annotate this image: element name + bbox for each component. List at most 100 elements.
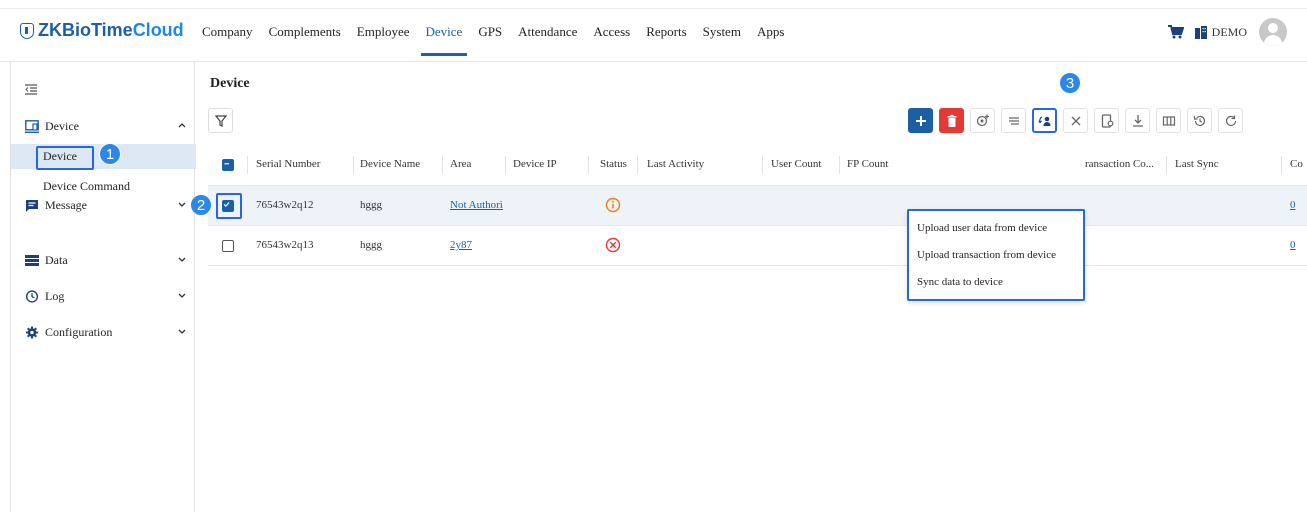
nav-complements[interactable]: Complements [269,24,341,40]
column-header-co[interactable]: Co [1290,158,1303,170]
cell-device-name: hggg [360,199,382,211]
menu-item-sync-data-to-device[interactable]: Sync data to device [917,276,1003,288]
cell-serial-number: 76543w2q13 [256,239,314,251]
history-icon [1193,115,1205,126]
highlight-box-row-checkbox [216,193,242,219]
menu-item-upload-transaction[interactable]: Upload transaction from device [917,249,1056,261]
sidebar-group-label: Log [45,288,65,303]
nav-attendance[interactable]: Attendance [518,24,577,40]
column-header-area[interactable]: Area [450,158,471,170]
nav-employee[interactable]: Employee [357,24,410,40]
sidebar-group-configuration[interactable]: Configuration [11,320,196,344]
chevron-down-icon [178,202,186,207]
sidebar-group-log[interactable]: Log [11,284,196,308]
table-header: Serial Number Device Name Area Device IP… [208,144,1307,186]
building-icon [1194,26,1207,39]
shield-icon [20,22,34,39]
data-sync-menu-button[interactable] [1032,108,1057,133]
device-gear-icon [1101,113,1113,128]
delete-button[interactable] [939,108,964,133]
chevron-down-icon [178,257,186,262]
column-header-device-name[interactable]: Device Name [360,158,420,170]
sidebar-group-data[interactable]: Data [11,248,196,272]
sidebar-group-label: Configuration [45,324,113,339]
column-header-fp-count[interactable]: FP Count [847,158,888,170]
step-badge-1: 1 [99,143,121,165]
device-settings-button[interactable] [1094,108,1119,133]
user-avatar[interactable] [1259,18,1287,46]
warning-status-icon [605,197,621,213]
list-button[interactable] [1001,108,1026,133]
highlight-box-device-item [36,146,94,170]
column-header-last-sync[interactable]: Last Sync [1175,158,1219,170]
columns-icon [1162,115,1175,126]
download-button[interactable] [1125,108,1150,133]
sidebar-group-message[interactable]: Message [11,193,196,217]
columns-button[interactable] [1156,108,1181,133]
column-separator [839,156,840,174]
column-header-transaction-count[interactable]: ransaction Co... [1085,158,1154,170]
refresh-button[interactable] [1218,108,1243,133]
nav-system[interactable]: System [703,24,741,40]
cell-area-link[interactable]: 2y87 [450,239,472,251]
page-title: Device [210,76,250,91]
close-icon [1071,116,1080,125]
column-header-status[interactable]: Status [600,158,627,170]
gear-icon [25,325,39,339]
clock-icon [25,289,39,303]
sidebar-group-label: Message [45,197,87,212]
toolbar [908,108,1243,133]
logo-text-secondary: Cloud [132,20,184,40]
column-separator [353,156,354,174]
row-checkbox[interactable] [222,240,234,252]
step-badge-2: 2 [190,194,212,216]
nav-device[interactable]: Device [420,24,468,56]
column-header-device-ip[interactable]: Device IP [513,158,557,170]
disable-button[interactable] [1063,108,1088,133]
nav-access[interactable]: Access [593,24,630,40]
data-sync-dropdown-menu: Upload user data from device Upload tran… [907,209,1085,301]
main-nav: Company Complements Employee Device GPS … [202,24,800,56]
select-all-checkbox[interactable] [222,159,234,171]
sidebar-group-device[interactable]: Device [11,114,196,138]
add-button[interactable] [908,108,933,133]
filter-icon [214,114,227,127]
cell-serial-number: 76543w2q12 [256,199,314,211]
org-name[interactable]: DEMO [1212,25,1247,40]
column-header-serial-number[interactable]: Serial Number [256,158,320,170]
history-button[interactable] [1187,108,1212,133]
nav-company[interactable]: Company [202,24,253,40]
sidebar-group-label: Device [45,118,79,133]
chevron-up-icon [178,123,186,128]
column-separator [1166,156,1167,174]
main-content: Device 3 Serial Number Device Name Area … [190,62,1307,512]
cell-co-link[interactable]: 0 [1290,239,1296,251]
column-separator [588,156,589,174]
app-logo[interactable]: ZKBioTime Cloud [20,20,184,41]
message-icon [26,199,38,212]
nav-apps[interactable]: Apps [757,24,784,40]
nav-reports[interactable]: Reports [646,24,686,40]
menu-item-upload-user-data[interactable]: Upload user data from device [917,222,1047,234]
column-header-last-activity[interactable]: Last Activity [647,158,704,170]
nav-gps[interactable]: GPS [478,24,502,40]
step-badge-3: 3 [1059,72,1081,94]
column-header-user-count[interactable]: User Count [771,158,821,170]
chevron-down-icon [178,329,186,334]
minus-icon [224,163,229,165]
filter-button[interactable] [208,108,233,133]
table-row[interactable]: 76543w2q13 hggg 2y87 0 [208,226,1307,266]
location-plus-icon [976,114,989,126]
column-separator [1281,156,1282,174]
collapse-menu-icon[interactable] [25,84,37,95]
cell-co-link[interactable]: 0 [1290,199,1296,211]
cell-device-name: hggg [360,239,382,251]
cart-icon[interactable] [1167,25,1184,39]
table-row[interactable]: 76543w2q12 hggg Not Authoriz 0 [208,186,1307,226]
column-separator [762,156,763,174]
column-separator [247,156,248,174]
cell-area-link[interactable]: Not Authoriz [450,199,503,211]
add-device-location-button[interactable] [970,108,995,133]
top-right-area: DEMO [1167,18,1287,46]
error-status-icon [605,237,621,253]
